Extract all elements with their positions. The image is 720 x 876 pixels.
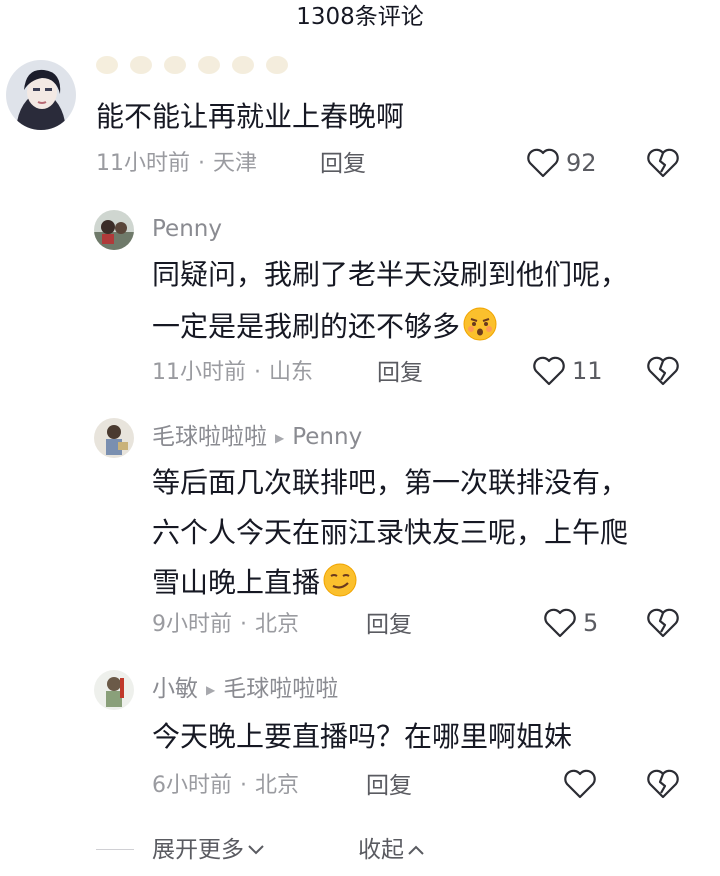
like-button[interactable] [563,769,603,799]
comment-time: 11小时前 [96,151,190,176]
heart-icon [527,148,559,178]
avatar[interactable] [94,418,134,458]
reply-arrow-icon: ▶ [275,430,285,445]
like-count: 92 [566,149,597,177]
dislike-button[interactable] [646,769,680,803]
dislike-button[interactable] [646,148,680,182]
like-button[interactable]: 5 [543,608,598,638]
heart-icon [564,769,596,799]
heart-icon [533,356,565,386]
broken-heart-icon [647,769,679,799]
broken-heart-icon [647,356,679,386]
divider [96,849,134,850]
like-count: 11 [572,357,603,385]
comments-header: 1308条评论 [0,0,720,36]
like-button[interactable]: 92 [526,148,597,178]
commenter-name[interactable]: Penny [152,215,222,243]
comment-location: 北京 [255,773,300,798]
comment-meta: 9小时前 · 北京 [152,612,300,637]
avatar[interactable] [94,210,134,250]
collapse-button[interactable]: 收起 [358,836,424,864]
comment-text: 今天晚上要直播吗？在哪里啊姐妹 [152,720,573,753]
heart-icon [544,608,576,638]
comment-meta: 11小时前 · 山东 [152,360,314,385]
reply-button[interactable]: 回复 [366,611,412,639]
commenter-name[interactable]: 小敏 ▶ 毛球啦啦啦 [152,675,338,704]
reply-button[interactable]: 回复 [366,772,412,800]
comment-location: 北京 [255,612,300,637]
like-count: 5 [583,609,599,637]
comment-meta: 11小时前 · 天津 [96,151,258,176]
like-button[interactable]: 11 [532,356,603,386]
dislike-button[interactable] [646,356,680,390]
cut-off-sticker-row [96,56,288,80]
broken-heart-icon [647,608,679,638]
comment-count-title: 1308条评论 [296,4,424,30]
comment-time: 9小时前 [152,612,232,637]
chevron-down-icon [248,845,264,855]
comment-text: 能不能让再就业上春晚啊 [96,100,405,133]
comment-text: 等后面几次联排吧，第一次联排没有， 六个人今天在丽江录快友三呢，上午爬 雪山晚上… [152,466,629,599]
comment-meta: 6小时前 · 北京 [152,773,300,798]
dislike-button[interactable] [646,608,680,642]
reply-arrow-icon: ▶ [206,682,216,697]
avatar[interactable] [94,670,134,710]
comment-time: 11小时前 [152,360,246,385]
comment-time: 6小时前 [152,773,232,798]
reply-to-name: 毛球啦啦啦 [223,676,339,702]
expand-more-button[interactable]: 展开更多 [152,836,264,864]
avatar[interactable] [6,60,76,130]
comment-location: 山东 [269,360,314,385]
chevron-up-icon [408,845,424,855]
frowning-emoji-icon [463,307,497,341]
comment-text: 同疑问，我刷了老半天没刷到他们呢， 一定是是我刷的还不够多 [152,258,629,343]
reply-button[interactable]: 回复 [320,150,366,178]
commenter-name[interactable]: 毛球啦啦啦 ▶ Penny [152,423,362,452]
smirk-emoji-icon [323,563,357,597]
comment-location: 天津 [213,151,258,176]
reply-button[interactable]: 回复 [377,359,423,387]
broken-heart-icon [647,148,679,178]
reply-to-name: Penny [292,424,363,450]
